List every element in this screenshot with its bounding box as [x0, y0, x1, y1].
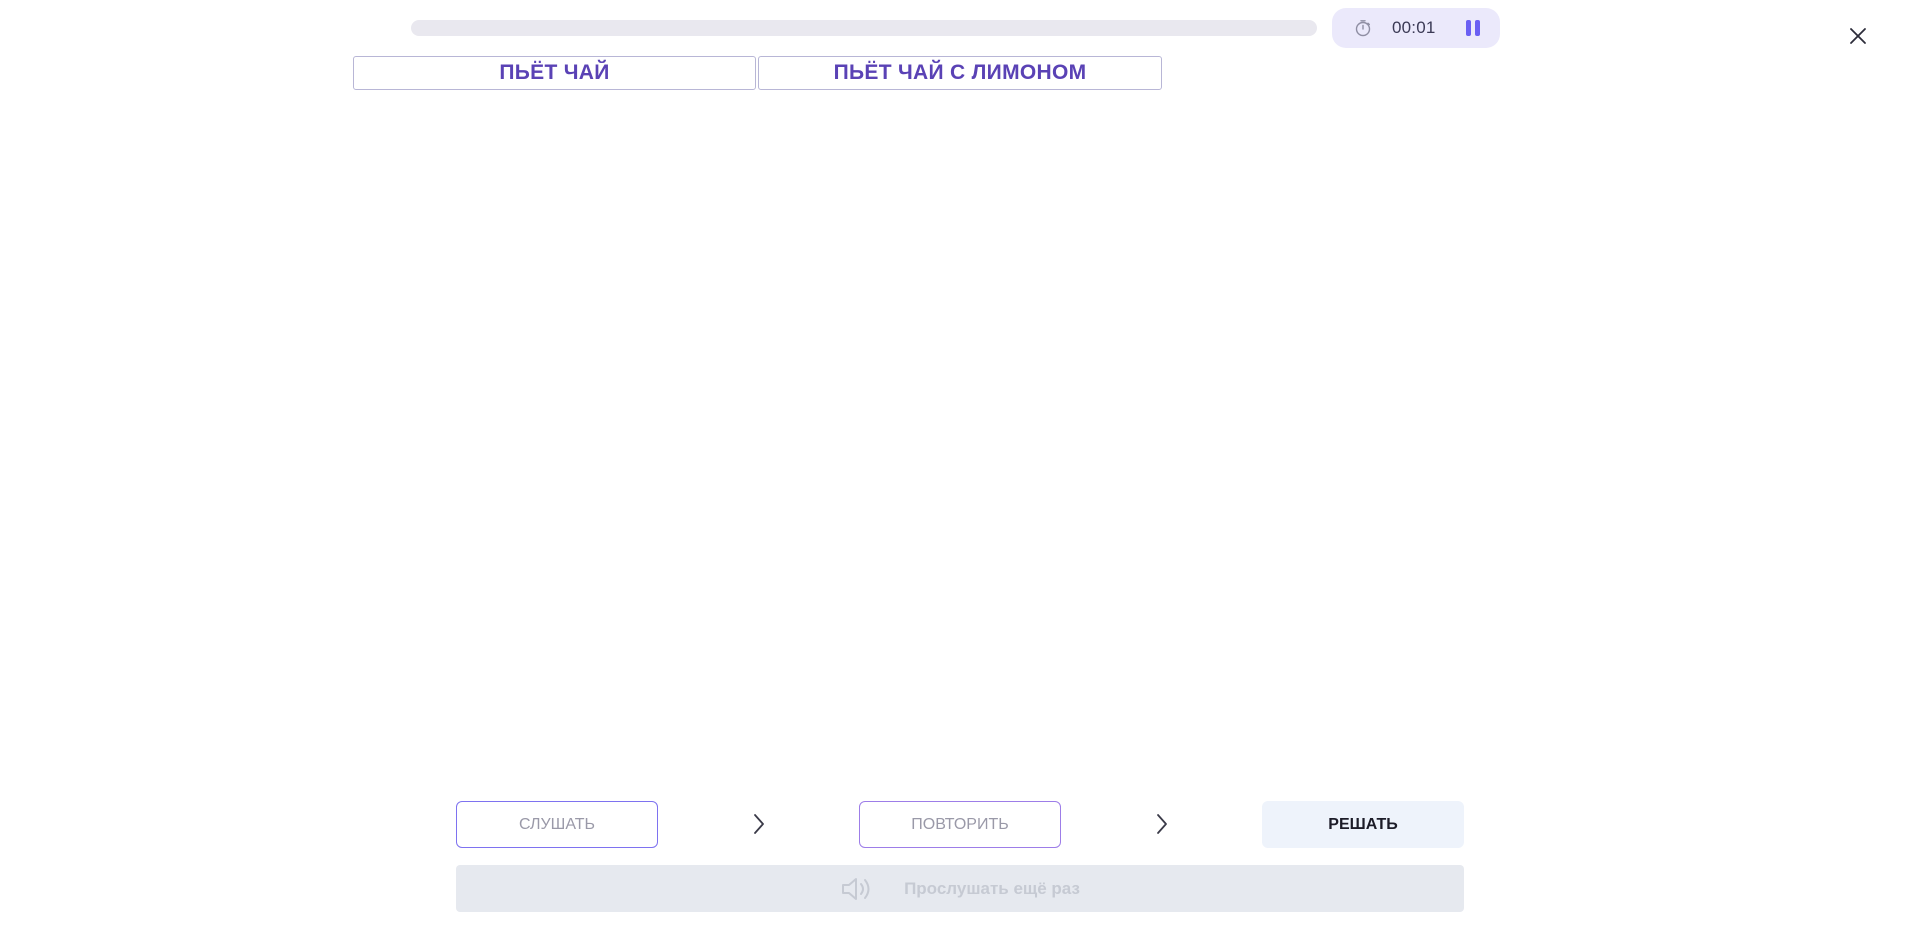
answer-chip[interactable]: ПЬЁТ ЧАЙ: [353, 56, 756, 90]
replay-label: Прослушать ещё раз: [904, 878, 1080, 898]
chevron-right-icon: [754, 814, 764, 834]
listen-button[interactable]: СЛУШАТЬ: [456, 801, 658, 848]
replay-button[interactable]: Прослушать ещё раз: [456, 865, 1464, 912]
pause-icon: [1466, 20, 1471, 36]
timer-value: 00:01: [1392, 18, 1436, 37]
answer-chip[interactable]: ПЬЁТ ЧАЙ С ЛИМОНОМ: [758, 56, 1162, 90]
repeat-button[interactable]: ПОВТОРИТЬ: [859, 801, 1061, 848]
speaker-icon: [842, 877, 870, 900]
solve-button[interactable]: РЕШАТЬ: [1262, 801, 1464, 848]
progress-bar: [411, 20, 1317, 36]
timer-panel: 00:01: [1332, 8, 1500, 48]
chevron-right-icon: [1157, 814, 1167, 834]
close-icon[interactable]: [1846, 24, 1870, 48]
exercise-screen: 00:01 ПЬЁТ ЧАЙ ПЬЁТ ЧАЙ С ЛИМОНОМ СЛУШАТ…: [0, 0, 1920, 941]
pause-button[interactable]: [1456, 18, 1490, 38]
stopwatch-icon: [1355, 20, 1371, 37]
